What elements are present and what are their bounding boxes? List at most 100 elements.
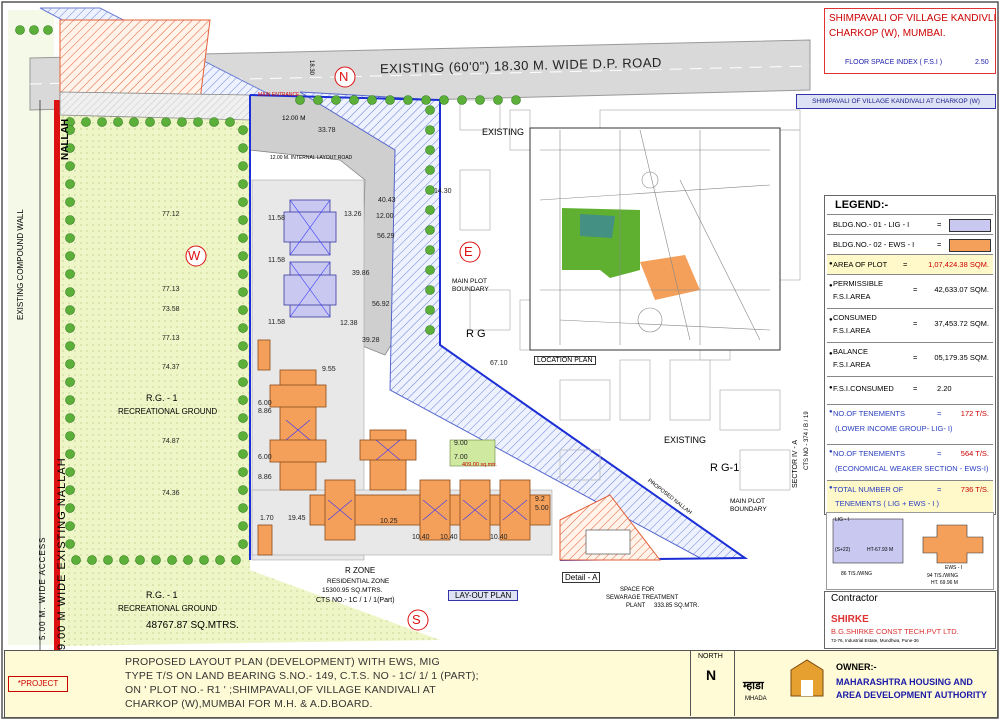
legend-row-bldg1: BLDG.NO.- 01 - LIG - I = bbox=[827, 214, 993, 235]
tree bbox=[65, 161, 75, 171]
location-plan-inset bbox=[529, 127, 781, 351]
tree bbox=[161, 117, 171, 127]
permissible-label-1: PERMISSIBLE bbox=[833, 279, 884, 288]
dimension-label: 14.30 bbox=[434, 188, 452, 195]
tree bbox=[151, 555, 161, 565]
rg1-lower: R.G. - 1 bbox=[146, 590, 178, 600]
tree bbox=[511, 95, 521, 105]
desc-line-4: CHARKOP (W),MUMBAI FOR M.H. & A.D.BOARD. bbox=[125, 698, 373, 710]
res-zone-cts: CTS NO.- 1C / 1 / 1(Part) bbox=[316, 597, 395, 604]
dimension-label: 77.13 bbox=[162, 335, 180, 342]
tree bbox=[238, 215, 248, 225]
consumed-eq: = bbox=[913, 319, 918, 328]
tree bbox=[457, 95, 467, 105]
main-entrance: MAIN ENTRANCE bbox=[258, 92, 300, 98]
tree bbox=[238, 197, 248, 207]
tree bbox=[231, 555, 241, 565]
tree bbox=[65, 233, 75, 243]
legend-row-bldg2: BLDG.NO.- 02 - EWS - I = bbox=[827, 234, 993, 255]
balance-value: 05,179.35 SQM. bbox=[934, 353, 989, 362]
tree bbox=[65, 215, 75, 225]
ews-ts: 94 T/S./WING bbox=[927, 573, 959, 579]
tree bbox=[238, 539, 248, 549]
tree bbox=[238, 521, 248, 531]
desc-line-1: PROPOSED LAYOUT PLAN (DEVELOPMENT) WITH … bbox=[125, 656, 440, 668]
tree bbox=[177, 117, 187, 127]
bldg2-eq: = bbox=[937, 240, 942, 249]
tree bbox=[167, 555, 177, 565]
owner-label: OWNER:- bbox=[836, 662, 877, 672]
tree bbox=[145, 117, 155, 127]
lig-height: HT-67.93 M bbox=[867, 547, 894, 553]
legend-row-permissible: ● PERMISSIBLE F.S.I.AREA = 42,633.07 SQM… bbox=[827, 274, 993, 309]
existing-nallah-label: 9.00 M WIDE EXISTING NALLAH bbox=[56, 457, 68, 650]
contractor-panel: Contractor SHIRKE B.G.SHIRKE CONST TECH.… bbox=[824, 591, 996, 649]
tree bbox=[349, 95, 359, 105]
marker-e: E bbox=[464, 244, 473, 259]
dimension-label: 77.13 bbox=[162, 286, 180, 293]
fsi-eq: = bbox=[913, 384, 918, 393]
bldg1-swatch bbox=[949, 219, 991, 232]
balance-eq: = bbox=[913, 353, 918, 362]
tree bbox=[425, 145, 435, 155]
tree bbox=[113, 117, 123, 127]
dimension-label: 67.10 bbox=[490, 360, 508, 367]
tree bbox=[238, 179, 248, 189]
area-plot-label: AREA OF PLOT bbox=[833, 260, 888, 269]
location-banner: SHIMPAVALI OF VILLAGE KANDIVALI AT CHARK… bbox=[796, 94, 996, 109]
tree bbox=[238, 467, 248, 477]
tree bbox=[425, 325, 435, 335]
dimension-label: 13.26 bbox=[344, 211, 362, 218]
detail-a: Detail - A bbox=[562, 572, 601, 583]
fsi-consumed-label: F.S.I.CONSUMED bbox=[833, 384, 894, 393]
legend-row-ews: ● NO.OF TENEMENTS = 564 T/S. (ECONOMICAL… bbox=[827, 444, 993, 479]
location-plan-label: LOCATION PLAN bbox=[534, 356, 596, 365]
tree bbox=[238, 449, 248, 459]
tree bbox=[65, 305, 75, 315]
project-tag: *PROJECT bbox=[8, 676, 68, 692]
tree bbox=[199, 555, 209, 565]
res-zone-area: 15300.95 SQ.MTRS. bbox=[322, 587, 383, 594]
tree bbox=[385, 95, 395, 105]
dimension-label: 7.00 bbox=[454, 454, 468, 461]
tree bbox=[135, 555, 145, 565]
total-value: 736 T/S. bbox=[960, 485, 989, 494]
main-plot-boundary-b2: BOUNDARY bbox=[730, 506, 767, 513]
tree bbox=[238, 377, 248, 387]
dimension-label: 9.00 bbox=[454, 440, 468, 447]
ews-height: HT. 69.96 M bbox=[931, 580, 958, 586]
tree bbox=[238, 269, 248, 279]
tree bbox=[65, 413, 75, 423]
tree bbox=[29, 25, 39, 35]
desc-line-3: ON ' PLOT NO.- R1 ' ;SHIMPAVALI,OF VILLA… bbox=[125, 684, 436, 696]
area-plot-value: 1,07,424.38 SQM. bbox=[928, 260, 989, 269]
dimension-label: 56.29 bbox=[377, 233, 395, 240]
tree bbox=[215, 555, 225, 565]
tree bbox=[425, 105, 435, 115]
tree bbox=[43, 25, 53, 35]
tree bbox=[65, 431, 75, 441]
tenements-lig-value: 172 T/S. bbox=[960, 409, 989, 418]
tree bbox=[65, 269, 75, 279]
access-road bbox=[59, 91, 251, 121]
main-plot-boundary-2: BOUNDARY bbox=[452, 286, 489, 293]
lig-eq: = bbox=[937, 409, 942, 418]
tenements-lig-sub: (LOWER INCOME GROUP- LIG- I) bbox=[835, 424, 953, 433]
tree bbox=[238, 341, 248, 351]
tree bbox=[425, 305, 435, 315]
bldg2-swatch bbox=[949, 239, 991, 252]
dimension-label: 11.58 bbox=[268, 215, 285, 222]
marker-w: W bbox=[188, 248, 201, 263]
dimension-label: 39.28 bbox=[362, 337, 380, 344]
tree bbox=[81, 117, 91, 127]
desc-line-2: TYPE T/S ON LAND BEARING S.NO.- 149, C.T… bbox=[125, 670, 479, 682]
tree bbox=[65, 395, 75, 405]
dimension-label: 10.40 bbox=[440, 534, 458, 541]
tree bbox=[425, 265, 435, 275]
rec-ground-upper: RECREATIONAL GROUND bbox=[118, 407, 218, 416]
ews-eq: = bbox=[937, 449, 942, 458]
existing-label-2: EXISTING bbox=[664, 435, 707, 445]
total-label: TOTAL NUMBER OF bbox=[833, 485, 904, 494]
stp-3: PLANT bbox=[626, 603, 646, 609]
tree bbox=[183, 555, 193, 565]
